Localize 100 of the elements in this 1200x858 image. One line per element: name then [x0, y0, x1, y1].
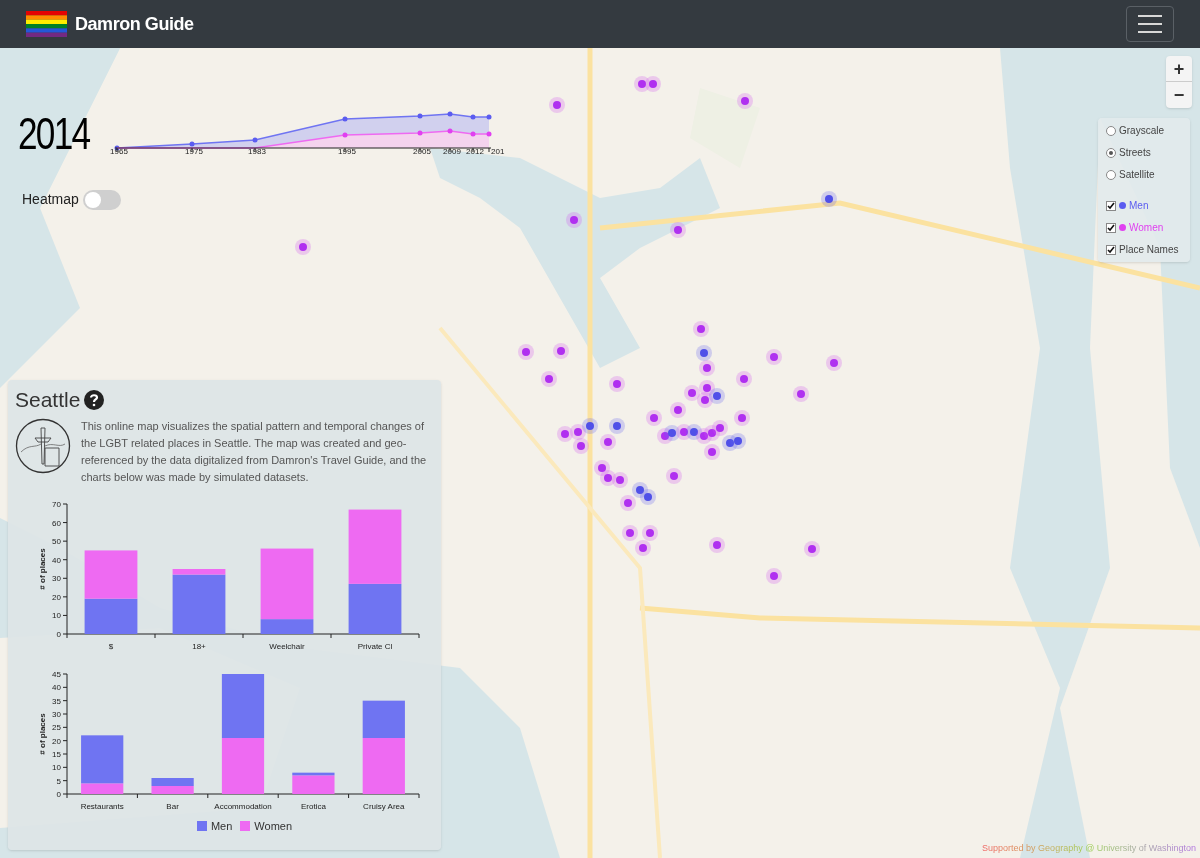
zoom-in-button[interactable]: +	[1166, 56, 1192, 82]
timeline-tick-label: 2012	[466, 148, 484, 156]
map-marker[interactable]	[609, 376, 625, 392]
checkbox[interactable]	[1106, 222, 1116, 233]
rainbow-flag-logo	[26, 11, 67, 37]
panel-title: Seattle	[15, 387, 81, 413]
map-marker[interactable]	[670, 222, 686, 238]
timeline-tick-label: 201	[491, 148, 505, 156]
map-marker[interactable]	[766, 349, 782, 365]
menu-button[interactable]	[1126, 6, 1174, 42]
map-marker[interactable]	[737, 93, 753, 109]
map-marker[interactable]	[553, 343, 569, 359]
category-label: Restaurants	[80, 801, 124, 811]
map-marker[interactable]	[826, 355, 842, 371]
axis-title: # of places	[38, 712, 47, 755]
map-marker[interactable]	[699, 360, 715, 376]
map-marker[interactable]	[518, 344, 534, 360]
bar	[151, 777, 194, 786]
brand-link[interactable]: Damron Guide	[75, 10, 194, 38]
map-marker[interactable]	[793, 386, 809, 402]
heatmap-label: Heatmap	[22, 190, 79, 209]
map-marker[interactable]	[557, 426, 573, 442]
axis-title: # of places	[38, 547, 47, 590]
map-marker[interactable]	[666, 468, 682, 484]
category-label: Private Cl	[357, 641, 393, 651]
map-marker[interactable]	[622, 525, 638, 541]
map-marker[interactable]	[645, 76, 661, 92]
tick-label: 15	[52, 749, 61, 759]
bar	[84, 598, 138, 634]
map-marker[interactable]	[804, 541, 820, 557]
map-marker[interactable]	[566, 212, 582, 228]
base-layer-option[interactable]: Streets	[1106, 145, 1182, 160]
tick-label: 30	[52, 573, 61, 583]
space-needle-icon	[15, 417, 71, 474]
map-marker[interactable]	[634, 76, 650, 92]
map-marker[interactable]	[686, 424, 702, 440]
map-marker[interactable]	[295, 239, 311, 255]
map-marker[interactable]	[549, 97, 565, 113]
map-marker[interactable]	[620, 495, 636, 511]
map-marker[interactable]	[594, 460, 610, 476]
map-marker[interactable]	[693, 321, 709, 337]
tick-label: 45	[52, 669, 61, 679]
map-marker[interactable]	[646, 410, 662, 426]
checkbox[interactable]	[1106, 200, 1116, 211]
timeline-tick-label: 2005	[413, 148, 431, 156]
map-marker[interactable]	[699, 380, 715, 396]
tick-label: 50	[52, 536, 61, 546]
tick-label: 0	[56, 789, 61, 799]
map-marker[interactable]	[635, 540, 651, 556]
tick-label: 20	[52, 736, 61, 746]
map-marker[interactable]	[766, 568, 782, 584]
help-icon[interactable]	[84, 389, 105, 410]
map-marker[interactable]	[570, 424, 586, 440]
map-marker[interactable]	[696, 345, 712, 361]
radio-button[interactable]	[1106, 147, 1116, 158]
radio-button[interactable]	[1106, 169, 1116, 180]
description-text: This online map visualizes the spatial pattern and temporal changes of the LGBT related places in Seattle. The map was created and geo-referenced by the data digitalized from Damron's Travel Guide, and the charts below was made by simulated datasets.	[81, 418, 428, 485]
tick-label: 25	[52, 722, 61, 732]
overlay-option[interactable]: Place Names	[1106, 242, 1182, 257]
map-marker[interactable]	[697, 392, 713, 408]
map-marker[interactable]	[734, 410, 750, 426]
map-marker[interactable]	[640, 489, 656, 505]
tick-label: 40	[52, 682, 61, 692]
map-marker[interactable]	[541, 371, 557, 387]
tick-label: 0	[56, 629, 61, 639]
map-marker[interactable]	[736, 371, 752, 387]
menu-icon	[1138, 15, 1162, 33]
map-marker[interactable]	[632, 482, 648, 498]
map-marker[interactable]	[670, 402, 686, 418]
map-marker[interactable]	[712, 420, 728, 436]
map-marker[interactable]	[609, 418, 625, 434]
year-label: 2014	[18, 112, 90, 156]
checkbox[interactable]	[1106, 244, 1116, 255]
map-marker[interactable]	[684, 385, 700, 401]
map-marker[interactable]	[709, 388, 725, 404]
timeline-tick-label: 1965	[110, 148, 128, 156]
timeline-tick-label: 1983	[248, 148, 266, 156]
map-marker[interactable]	[821, 191, 837, 207]
base-layer-option[interactable]: Satellite	[1106, 167, 1182, 182]
map-marker[interactable]	[642, 525, 658, 541]
radio-button[interactable]	[1106, 125, 1116, 136]
tick-label: 10	[52, 762, 61, 772]
tick-label: 40	[52, 555, 61, 565]
map-marker[interactable]	[704, 444, 720, 460]
map-marker[interactable]	[573, 438, 589, 454]
overlay-option[interactable]: Men	[1106, 198, 1182, 213]
map-marker[interactable]	[612, 472, 628, 488]
legend-label: Men	[210, 818, 233, 834]
category-label: Bar	[166, 801, 179, 811]
map-marker[interactable]	[664, 425, 680, 441]
zoom-out-button[interactable]: −	[1166, 82, 1192, 108]
tick-label: 60	[52, 518, 61, 528]
category-label: 18+	[192, 641, 206, 651]
map-marker[interactable]	[600, 434, 616, 450]
map-marker[interactable]	[600, 470, 616, 486]
map-marker[interactable]	[730, 433, 746, 449]
map-marker[interactable]	[582, 418, 598, 434]
base-layer-option[interactable]: Grayscale	[1106, 123, 1182, 138]
map-marker[interactable]	[709, 537, 725, 553]
bar	[221, 673, 265, 738]
